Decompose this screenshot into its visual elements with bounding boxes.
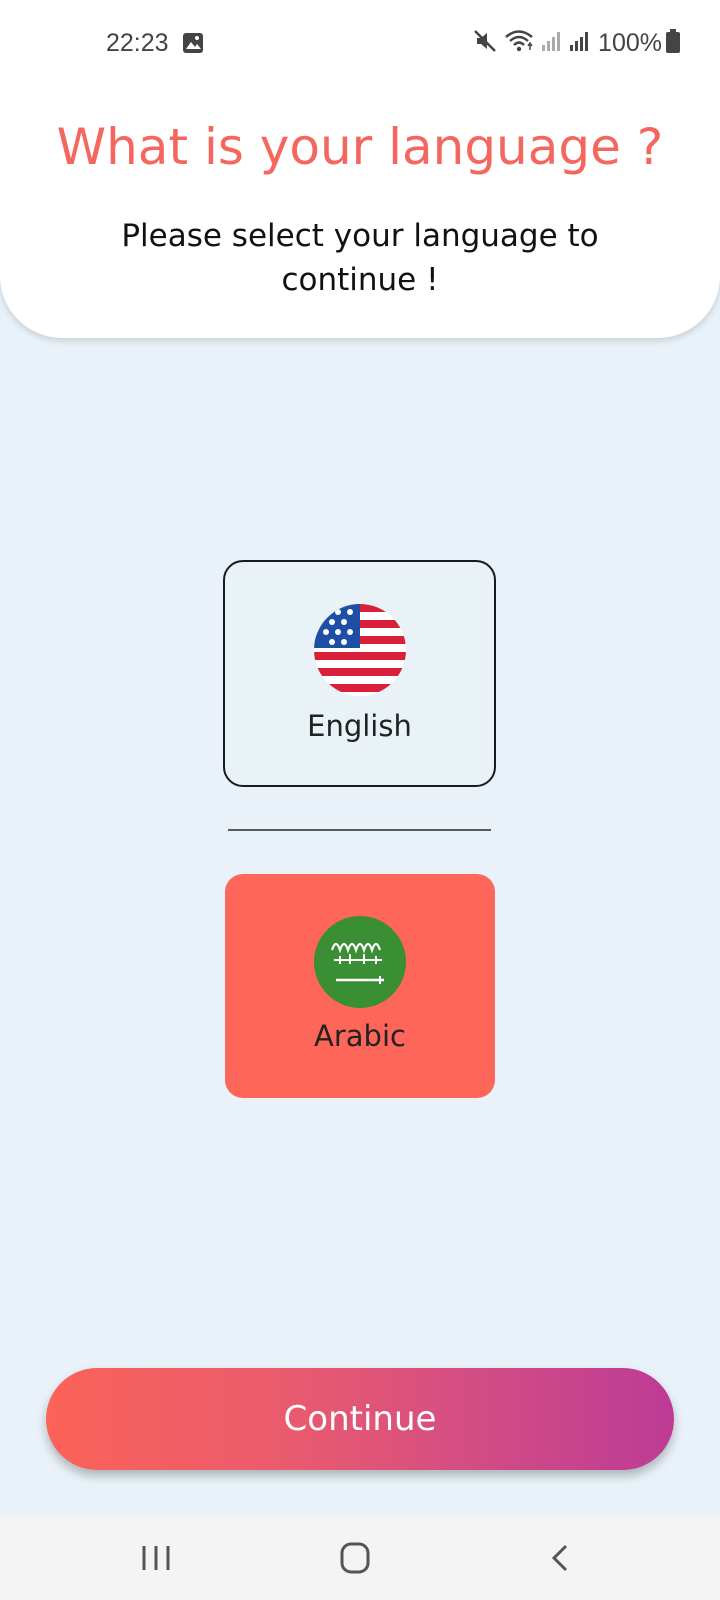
language-label-arabic: Arabic	[314, 1019, 406, 1053]
page-title: What is your language ?	[56, 118, 664, 176]
page-subtitle: Please select your language to continue …	[121, 218, 599, 298]
battery-icon	[666, 29, 680, 57]
us-flag-icon	[314, 604, 406, 696]
divider	[228, 829, 491, 831]
status-time: 22:23	[106, 29, 169, 57]
mute-icon	[472, 28, 498, 58]
status-bar: 22:23 100%	[0, 0, 720, 88]
saudi-flag-icon	[314, 916, 406, 1008]
signal-icon	[568, 29, 590, 57]
language-option-english[interactable]: English	[223, 560, 496, 787]
language-label-english: English	[307, 709, 412, 743]
home-icon[interactable]	[334, 1538, 378, 1578]
wifi-icon	[504, 28, 534, 58]
signal-icon	[540, 29, 562, 57]
gallery-icon	[182, 32, 204, 54]
back-icon[interactable]	[538, 1538, 582, 1578]
recents-icon[interactable]	[134, 1538, 178, 1578]
continue-button[interactable]: Continue	[46, 1368, 674, 1470]
battery-percent: 100%	[598, 29, 662, 57]
language-option-arabic[interactable]: Arabic	[225, 874, 495, 1098]
status-icons: 100%	[472, 26, 680, 60]
navigation-bar	[0, 1516, 720, 1600]
